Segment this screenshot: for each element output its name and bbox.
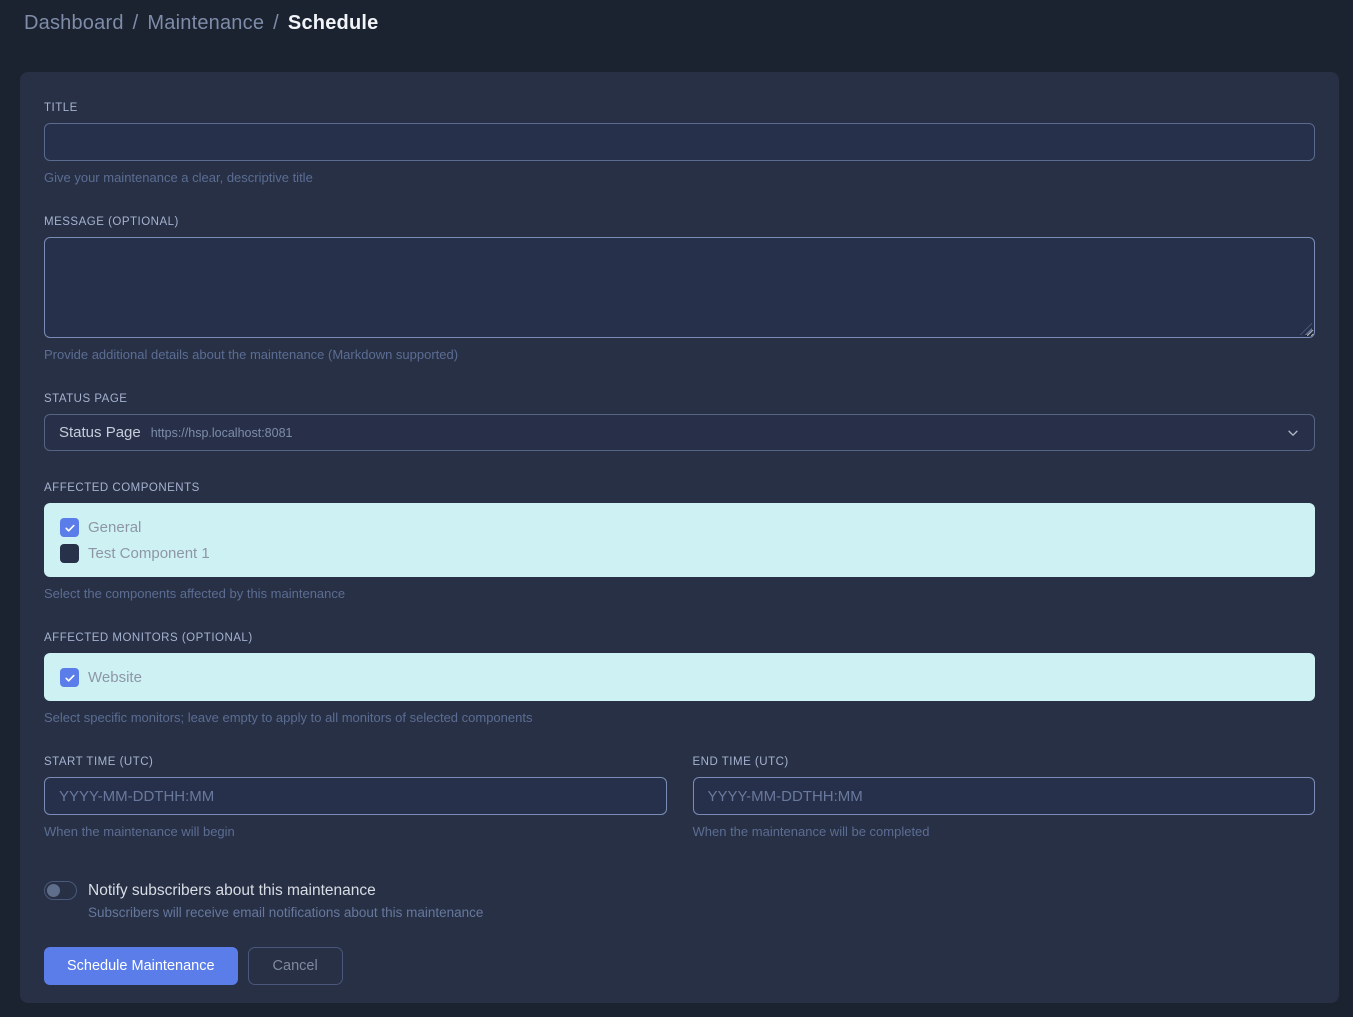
- time-fields-row: START TIME (UTC) When the maintenance wi…: [44, 756, 1315, 839]
- end-time-field-group: END TIME (UTC) When the maintenance will…: [693, 756, 1316, 839]
- notify-toggle-label: Notify subscribers about this maintenanc…: [88, 882, 376, 900]
- form-actions: Schedule Maintenance Cancel: [44, 947, 1315, 985]
- top-bar: Dashboard / Maintenance / Schedule: [0, 0, 1353, 72]
- message-textarea[interactable]: [44, 237, 1315, 338]
- end-time-helper-text: When the maintenance will be completed: [693, 824, 1316, 839]
- start-time-input[interactable]: [44, 777, 667, 815]
- title-helper-text: Give your maintenance a clear, descripti…: [44, 170, 1315, 185]
- checkbox-general[interactable]: [60, 518, 79, 537]
- affected-monitors-label: AFFECTED MONITORS (OPTIONAL): [44, 632, 1315, 644]
- start-time-helper-text: When the maintenance will begin: [44, 824, 667, 839]
- breadcrumb-dashboard[interactable]: Dashboard: [24, 12, 124, 35]
- chevron-down-icon: [1286, 426, 1300, 440]
- check-icon: [64, 672, 76, 684]
- title-label: TITLE: [44, 102, 1315, 114]
- checkbox-website[interactable]: [60, 668, 79, 687]
- breadcrumb-separator: /: [133, 12, 139, 35]
- affected-components-list: General Test Component 1: [44, 503, 1315, 577]
- checkbox-test-component-1[interactable]: [60, 544, 79, 563]
- monitor-option-label: Website: [88, 669, 142, 686]
- affected-components-field-group: AFFECTED COMPONENTS General Test Compone…: [44, 482, 1315, 601]
- toggle-knob: [47, 884, 60, 897]
- breadcrumb-current-schedule: Schedule: [288, 12, 379, 35]
- affected-monitors-list: Website: [44, 653, 1315, 701]
- start-time-field-group: START TIME (UTC) When the maintenance wi…: [44, 756, 667, 839]
- status-page-selected-url: https://hsp.localhost:8081: [151, 426, 293, 440]
- message-field-group: MESSAGE (OPTIONAL) Provide additional de…: [44, 216, 1315, 362]
- schedule-maintenance-button[interactable]: Schedule Maintenance: [44, 947, 238, 985]
- breadcrumb: Dashboard / Maintenance / Schedule: [24, 12, 378, 35]
- cancel-button[interactable]: Cancel: [248, 947, 343, 985]
- title-input[interactable]: [44, 123, 1315, 161]
- check-icon: [64, 522, 76, 534]
- schedule-maintenance-form-card: TITLE Give your maintenance a clear, des…: [20, 72, 1339, 1003]
- affected-components-helper-text: Select the components affected by this m…: [44, 586, 1315, 601]
- component-option-general[interactable]: General: [60, 518, 1299, 537]
- message-helper-text: Provide additional details about the mai…: [44, 347, 1315, 362]
- notify-subscribers-toggle[interactable]: [44, 881, 77, 900]
- status-page-field-group: STATUS PAGE Status Page https://hsp.loca…: [44, 393, 1315, 451]
- breadcrumb-maintenance[interactable]: Maintenance: [147, 12, 264, 35]
- status-page-label: STATUS PAGE: [44, 393, 1315, 405]
- component-option-label: General: [88, 519, 141, 536]
- notify-section: Notify subscribers about this maintenanc…: [44, 881, 1315, 920]
- status-page-select[interactable]: Status Page https://hsp.localhost:8081: [44, 414, 1315, 451]
- status-page-selected-name: Status Page: [59, 424, 141, 441]
- affected-components-label: AFFECTED COMPONENTS: [44, 482, 1315, 494]
- affected-monitors-helper-text: Select specific monitors; leave empty to…: [44, 710, 1315, 725]
- title-field-group: TITLE Give your maintenance a clear, des…: [44, 102, 1315, 185]
- component-option-label: Test Component 1: [88, 545, 210, 562]
- message-label: MESSAGE (OPTIONAL): [44, 216, 1315, 228]
- breadcrumb-separator: /: [273, 12, 279, 35]
- notify-helper-text: Subscribers will receive email notificat…: [88, 905, 1315, 920]
- affected-monitors-field-group: AFFECTED MONITORS (OPTIONAL) Website Sel…: [44, 632, 1315, 725]
- monitor-option-website[interactable]: Website: [60, 668, 1299, 687]
- component-option-test-component-1[interactable]: Test Component 1: [60, 544, 1299, 563]
- end-time-label: END TIME (UTC): [693, 756, 1316, 768]
- start-time-label: START TIME (UTC): [44, 756, 667, 768]
- end-time-input[interactable]: [693, 777, 1316, 815]
